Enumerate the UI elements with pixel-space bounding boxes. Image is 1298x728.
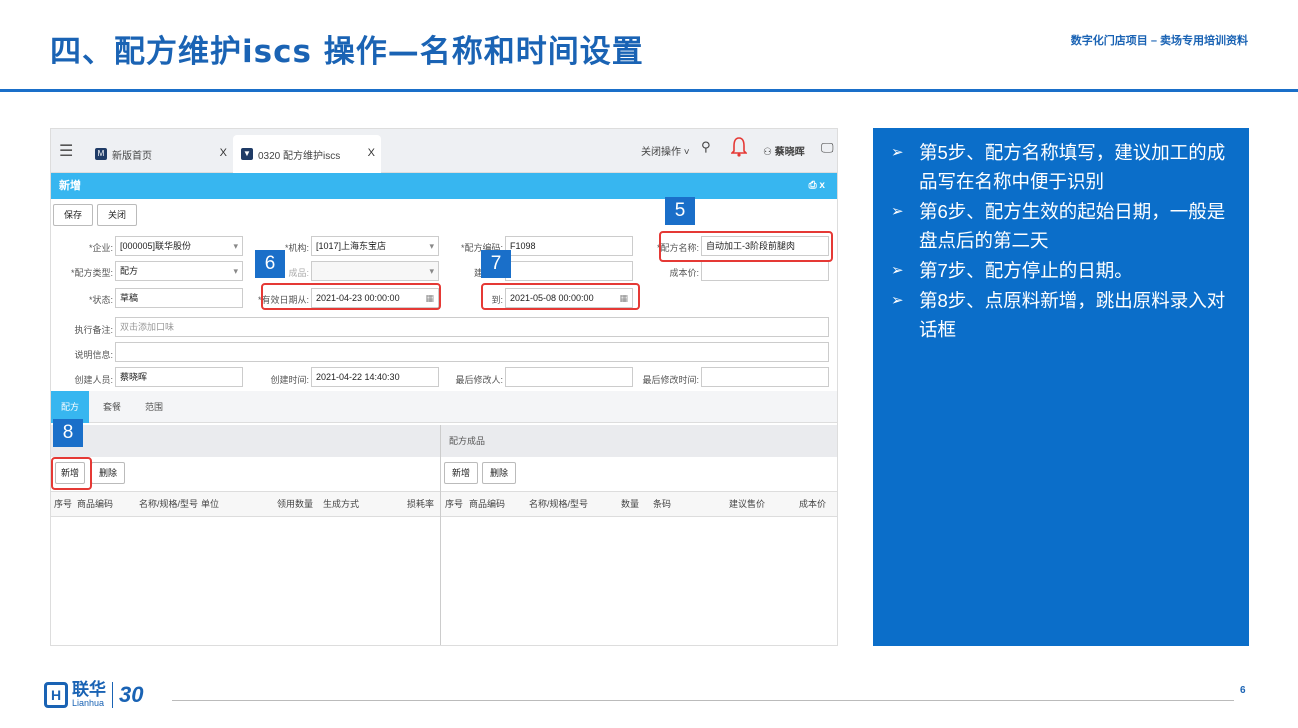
sub-tabs: 配方 套餐 范围 [51, 391, 837, 423]
callout-5: 5 [665, 197, 695, 225]
delete-material-button[interactable]: 删除 [91, 462, 125, 484]
step-item: 第6步、配方生效的起始日期，一般是盘点后的第二天 [889, 197, 1235, 255]
lianhua-logo: H 联华 Lianhua 30 [44, 681, 143, 708]
tab-recipe-icon: ▼ [241, 148, 253, 160]
cost-label: 成本价: [669, 268, 699, 278]
desc-field[interactable] [115, 342, 829, 362]
bell-icon[interactable] [730, 136, 748, 161]
col-header: 商品编码 [469, 499, 506, 509]
tab-package[interactable]: 套餐 [93, 391, 131, 423]
highlight-valid-from [261, 283, 441, 310]
cost-field[interactable] [701, 261, 829, 281]
tab-recipe-label: 0320 配方维护iscs [258, 150, 341, 162]
type-select[interactable]: 配方 [115, 261, 243, 281]
highlight-add-material [51, 457, 92, 490]
menu-icon[interactable]: ☰ [59, 141, 73, 161]
enterprise-label: *企业: [88, 243, 113, 253]
step-item: 第5步、配方名称填写，建议加工的成品写在名称中便于识别 [889, 138, 1235, 196]
product-select[interactable] [311, 261, 439, 281]
creator-field: 蔡晓晖 [115, 367, 243, 387]
tab-bar: ☰ M 新版首页 X ▼ 0320 配方维护iscs X 关闭操作 ˅ ⚲ ⚇ … [51, 129, 837, 173]
col-header: 损耗率 [407, 499, 435, 509]
step-item: 第7步、配方停止的日期。 [889, 256, 1235, 285]
footer-line [172, 700, 1234, 701]
user-menu[interactable]: ⚇ 蔡晓晖 [763, 143, 805, 158]
status-label: *状态: [88, 295, 113, 305]
left-panel-title: 料 [51, 425, 440, 457]
logo-mark: H [44, 681, 68, 708]
modified-field [701, 367, 829, 387]
tab-home-close-icon[interactable]: X [220, 147, 227, 159]
user-icon: ⚇ [763, 147, 772, 158]
callout-6: 6 [255, 250, 285, 278]
steps-box: 第5步、配方名称填写，建议加工的成品写在名称中便于识别 第6步、配方生效的起始日… [873, 128, 1249, 646]
close-ops-menu[interactable]: 关闭操作 ˅ [641, 143, 690, 158]
tab-recipe-close-icon[interactable]: X [368, 147, 375, 159]
slide-subtitle: 数字化门店项目 – 卖场专用培训资料 [1070, 35, 1248, 47]
col-header: 名称/规格/型号 [139, 499, 199, 509]
col-header: 数量 [621, 499, 640, 509]
col-header: 单位 [201, 499, 220, 509]
user-name: 蔡晓晖 [774, 147, 805, 158]
monitor-icon[interactable]: 🖵 [821, 140, 834, 156]
panel-divider [440, 425, 441, 645]
tab-recipe[interactable]: ▼ 0320 配方维护iscs X [233, 135, 381, 173]
product2-field[interactable] [505, 261, 633, 281]
col-header: 成本价 [799, 499, 827, 509]
material-grid-header: 序号 商品编码 名称/规格/型号 单位 领用数量 生成方式 损耗率 [51, 491, 440, 517]
right-panel-title: 配方成品 [441, 425, 837, 457]
modified-label: 最后修改时间: [642, 375, 699, 385]
col-header: 商品编码 [77, 499, 114, 509]
exec-note-field[interactable]: 双击添加口味 [115, 317, 829, 337]
type-label: *配方类型: [70, 268, 113, 278]
logo-separator [112, 681, 113, 708]
exec-note-label: 执行备注: [74, 325, 113, 335]
status-field[interactable]: 草稿 [115, 288, 243, 308]
callout-7: 7 [481, 250, 511, 278]
tab-scope[interactable]: 范围 [135, 391, 173, 423]
modifier-label: 最后修改人: [455, 375, 503, 385]
slide: 四、配方维护iscs 操作—名称和时间设置 数字化门店项目 – 卖场专用培训资料… [0, 0, 1298, 728]
panel-header: 新增 ⎙ x [51, 173, 837, 199]
code-field[interactable]: F1098 [505, 236, 633, 256]
save-button[interactable]: 保存 [53, 204, 93, 226]
panel-title: 新增 [59, 180, 81, 192]
page-number: 6 [1240, 685, 1246, 696]
logo-cn: 联华 [72, 680, 106, 699]
created-field: 2021-04-22 14:40:30 [311, 367, 439, 387]
search-icon[interactable]: ⚲ [701, 139, 711, 155]
enterprise-select[interactable]: [000005]联华股份 [115, 236, 243, 256]
tab-home[interactable]: M 新版首页 X [87, 135, 233, 173]
col-header: 建议售价 [729, 499, 766, 509]
app-screenshot: ☰ M 新版首页 X ▼ 0320 配方维护iscs X 关闭操作 ˅ ⚲ ⚇ … [50, 128, 838, 646]
title-rule [0, 89, 1298, 92]
callout-8: 8 [53, 419, 83, 447]
created-label: 创建时间: [270, 375, 309, 385]
step-item: 第8步、点原料新增，跳出原料录入对话框 [889, 286, 1235, 344]
product-grid-header: 序号 商品编码 名称/规格/型号 数量 条码 建议售价 成本价 [441, 491, 837, 517]
highlight-valid-to [481, 283, 640, 310]
col-header: 生成方式 [323, 499, 360, 509]
creator-label: 创建人员: [74, 375, 113, 385]
close-button[interactable]: 关闭 [97, 204, 137, 226]
delete-product-button[interactable]: 删除 [482, 462, 516, 484]
modifier-field [505, 367, 633, 387]
desc-label: 说明信息: [74, 350, 113, 360]
highlight-name [659, 231, 833, 262]
product2-label: 建 [473, 268, 483, 278]
col-header: 序号 [54, 499, 73, 509]
col-header: 序号 [445, 499, 464, 509]
anniversary-mark: 30 [119, 681, 144, 707]
add-product-button[interactable]: 新增 [444, 462, 478, 484]
col-header: 领用数量 [277, 499, 314, 509]
panel-controls[interactable]: ⎙ x [809, 173, 825, 199]
tab-home-label: 新版首页 [112, 150, 152, 162]
logo-en: Lianhua [72, 698, 105, 708]
col-header: 条码 [653, 499, 672, 509]
slide-title: 四、配方维护iscs 操作—名称和时间设置 [50, 34, 644, 70]
tab-home-icon: M [95, 148, 107, 160]
col-header: 名称/规格/型号 [529, 499, 589, 509]
org-select[interactable]: [1017]上海东宝店 [311, 236, 439, 256]
